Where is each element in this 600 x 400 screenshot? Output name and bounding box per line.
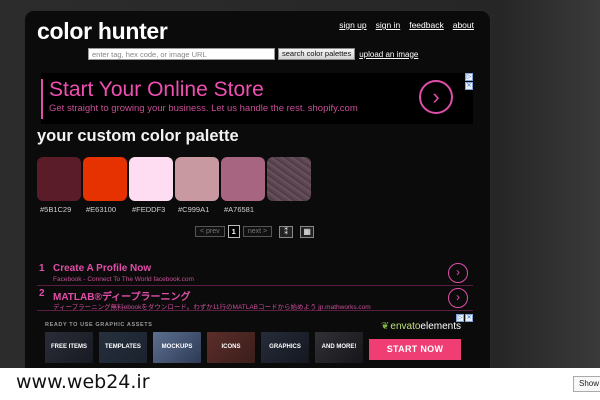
- search-bar: search color palettes upload an image: [88, 48, 418, 60]
- asset-tiles: FREE ITEMS TEMPLATES MOCKUPS ICONS GRAPH…: [45, 332, 363, 363]
- ad-accent-bar: [41, 79, 43, 119]
- tile-graphics[interactable]: GRAPHICS: [261, 332, 309, 363]
- watermark-text: www.web24.ir: [16, 371, 150, 393]
- elements-brand: elements: [420, 321, 461, 332]
- tile-templates[interactable]: TEMPLATES: [99, 332, 147, 363]
- swatch-item: #A76581: [221, 157, 266, 214]
- export-palette-icon[interactable]: ▦: [300, 225, 315, 238]
- ad-arrow-icon[interactable]: ›: [419, 80, 453, 114]
- search-input[interactable]: [88, 48, 275, 60]
- ad-subtext: Get straight to growing your business. L…: [49, 103, 358, 114]
- envato-ad[interactable]: READY TO USE GRAPHIC ASSETS FREE ITEMS T…: [37, 314, 473, 366]
- prev-page-button[interactable]: < prev: [195, 226, 225, 237]
- ad-headline[interactable]: Start Your Online Store: [49, 78, 264, 102]
- tile-and-more[interactable]: AND MORE!: [315, 332, 363, 363]
- search-color-palettes-button[interactable]: search color palettes: [278, 48, 356, 60]
- swatch-hex-label: #C999A1: [178, 205, 210, 214]
- swatch-hex-label: #FEDDF3: [132, 205, 166, 214]
- feedback-link[interactable]: feedback: [409, 20, 444, 30]
- leaf-icon: ❦: [381, 321, 390, 332]
- swatch-item: #FEDDF3: [129, 157, 174, 214]
- tile-free-items[interactable]: FREE ITEMS: [45, 332, 93, 363]
- shuffle-icon[interactable]: ⁑: [279, 225, 294, 238]
- current-page: 1: [227, 225, 240, 238]
- ad-close-icon[interactable]: ✕: [465, 314, 473, 322]
- show-button[interactable]: Show: [573, 376, 600, 392]
- sign-up-link[interactable]: sign up: [339, 20, 366, 30]
- main-panel: color hunter sign up sign in feedback ab…: [24, 10, 491, 368]
- ad-number: 2: [39, 288, 45, 299]
- swatch-hex-label: #E63100: [86, 205, 117, 214]
- palette-title: your custom color palette: [37, 127, 239, 145]
- site-title[interactable]: color hunter: [37, 18, 168, 45]
- next-page-button[interactable]: next >: [242, 226, 273, 237]
- upload-image-link[interactable]: upload an image: [359, 50, 418, 59]
- swatch-item: [267, 157, 312, 214]
- adchoices-icon[interactable]: ▷: [456, 314, 464, 322]
- assets-label: READY TO USE GRAPHIC ASSETS: [45, 322, 153, 328]
- color-swatch-4[interactable]: [175, 157, 219, 201]
- swatch-item: #5B1C29: [37, 157, 82, 214]
- start-now-button[interactable]: START NOW: [369, 339, 461, 360]
- swatch-item: #E63100: [83, 157, 128, 214]
- chevron-right-icon[interactable]: ›: [448, 263, 468, 283]
- envato-brand: envato: [390, 321, 421, 332]
- ad-title[interactable]: Create A Profile Now: [53, 263, 151, 274]
- pagination: < prev 1 next > ⁑ ▦: [195, 225, 315, 238]
- color-swatch-2[interactable]: [83, 157, 127, 201]
- ad-choices: ▷ ✕: [465, 73, 473, 90]
- color-swatch-1[interactable]: [37, 157, 81, 201]
- shopify-ad-banner[interactable]: Start Your Online Store Get straight to …: [41, 73, 473, 124]
- color-palette: #5B1C29 #E63100 #FEDDF3 #C999A1 #A76581: [37, 157, 312, 214]
- sign-in-link[interactable]: sign in: [376, 20, 401, 30]
- color-swatch-5[interactable]: [221, 157, 265, 201]
- tile-mockups[interactable]: MOCKUPS: [153, 332, 201, 363]
- top-nav: sign up sign in feedback about: [339, 20, 474, 30]
- envato-logo: ❦envatoelements: [381, 321, 461, 332]
- swatch-item: #C999A1: [175, 157, 220, 214]
- ad-description: ディープラーニング無料ebookをダウンロード。わずか11行のMATLABコード…: [53, 304, 371, 311]
- ad-close-icon[interactable]: ✕: [465, 82, 473, 90]
- adchoices-icon[interactable]: ▷: [465, 73, 473, 81]
- text-ads: 1 Create A Profile Now Facebook - Connec…: [37, 261, 473, 311]
- swatch-hex-label: #A76581: [224, 205, 255, 214]
- page-background: color hunter sign up sign in feedback ab…: [0, 0, 600, 368]
- list-item[interactable]: 1 Create A Profile Now Facebook - Connec…: [37, 261, 473, 286]
- color-swatch-3[interactable]: [129, 157, 173, 201]
- ad-description: Facebook - Connect To The World facebook…: [53, 276, 194, 283]
- tile-icons[interactable]: ICONS: [207, 332, 255, 363]
- swatch-hex-label: #5B1C29: [40, 205, 72, 214]
- chevron-right-icon[interactable]: ›: [448, 288, 468, 308]
- ad-number: 1: [39, 263, 45, 274]
- list-item[interactable]: 2 MATLAB®ディープラーニング ディープラーニング無料ebookをダウンロ…: [37, 286, 473, 311]
- ad-choices: ▷ ✕: [456, 314, 473, 322]
- source-image-thumbnail[interactable]: [267, 157, 311, 201]
- about-link[interactable]: about: [453, 20, 474, 30]
